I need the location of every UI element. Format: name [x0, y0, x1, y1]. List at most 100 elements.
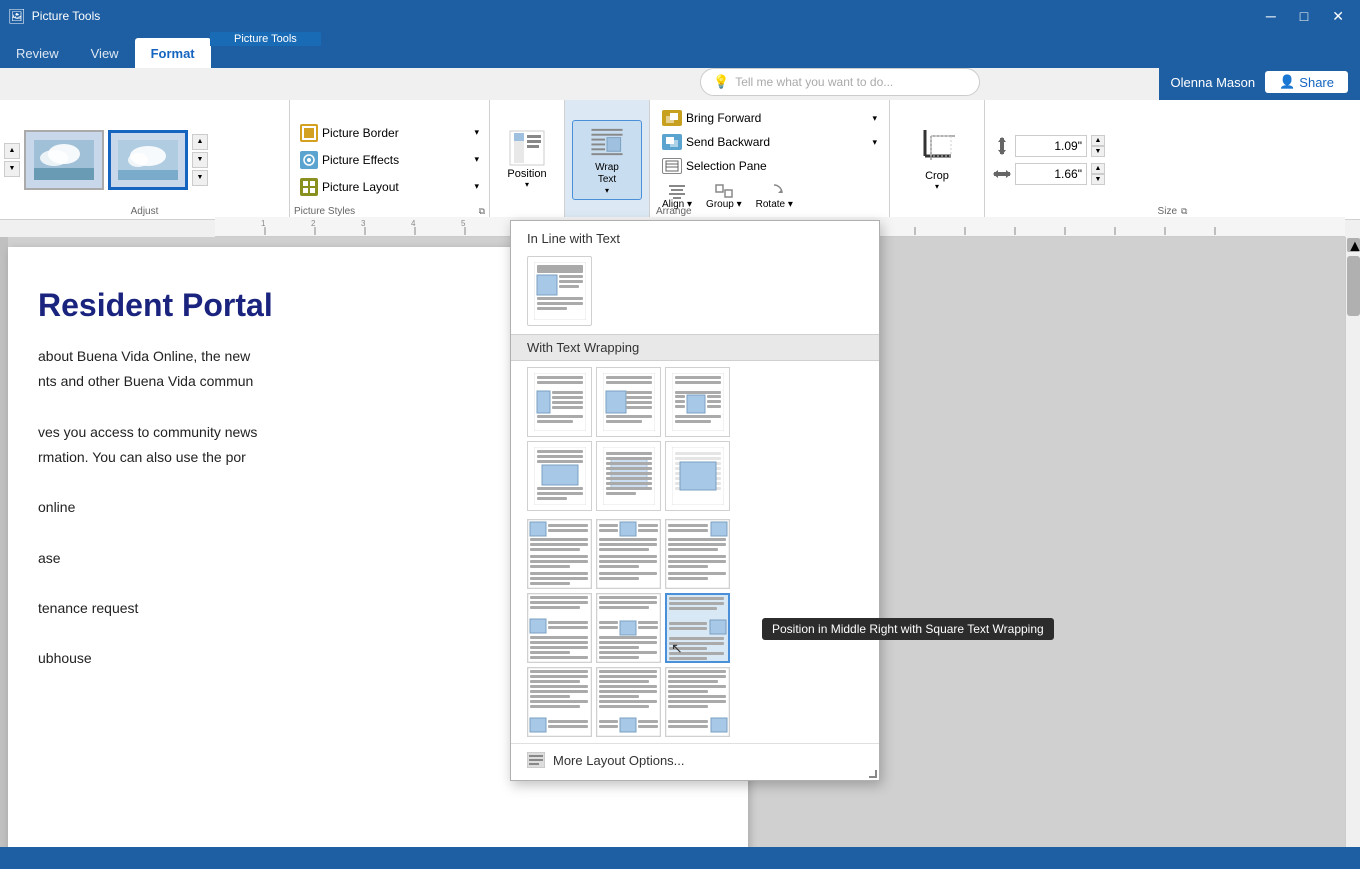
- inline-text-option[interactable]: [527, 256, 592, 326]
- picture-styles-expand[interactable]: ⧉: [479, 206, 485, 217]
- vertical-scrollbar[interactable]: ▲: [1345, 237, 1360, 847]
- maximize-button[interactable]: □: [1292, 6, 1316, 27]
- height-spinner: ▲ ▼: [1091, 135, 1105, 157]
- top-bottom-option[interactable]: [527, 441, 592, 511]
- with-text-label: With Text Wrapping: [511, 334, 879, 361]
- pos-mid-center-icon: [597, 594, 660, 662]
- position-row-1: [511, 517, 879, 591]
- arrange-group: Bring Forward ▾ Send Backward ▾ Selectio…: [650, 100, 890, 219]
- scroll-down-btn[interactable]: ▼: [4, 161, 20, 177]
- scroll-arrows-left: ▲ ▼: [4, 143, 20, 177]
- group-btn[interactable]: Group ▾: [700, 181, 748, 212]
- pos-mid-right-icon: [667, 595, 728, 661]
- tab-format[interactable]: Format: [135, 38, 211, 68]
- left-edge: [0, 237, 8, 847]
- picture-layout-btn[interactable]: Picture Layout ▾: [294, 175, 485, 199]
- pos-top-center[interactable]: [596, 519, 661, 589]
- pos-top-left-icon: [528, 520, 591, 588]
- wrapping-row-2: [511, 439, 879, 517]
- picture-tools-label: Picture Tools: [210, 32, 321, 46]
- behind-text-icon: [603, 447, 655, 505]
- pos-mid-center[interactable]: [596, 593, 661, 663]
- picture-layout-icon: [300, 178, 318, 196]
- through-wrap-icon: [672, 373, 724, 431]
- send-backward-icon: [662, 134, 682, 150]
- tab-view[interactable]: View: [75, 38, 135, 68]
- thumb-scroll-up[interactable]: ▲: [192, 134, 208, 150]
- width-increment[interactable]: ▲: [1091, 163, 1105, 174]
- more-layout-icon: [527, 752, 545, 768]
- scroll-up-btn[interactable]: ▲: [4, 143, 20, 159]
- crop-button[interactable]: Crop ▾: [900, 117, 975, 202]
- wrap-text-icon: [589, 125, 625, 160]
- width-input[interactable]: [1015, 163, 1087, 185]
- thumb-more[interactable]: ▼: [192, 170, 208, 186]
- picture-border-btn[interactable]: Picture Border ▾: [294, 121, 485, 145]
- size-footer: Size ⧉: [1158, 206, 1188, 217]
- rotate-btn[interactable]: Rotate ▾: [750, 181, 799, 212]
- inline-text-icon: [534, 262, 586, 320]
- square-wrap-option[interactable]: [527, 367, 592, 437]
- thumb-scroll-down[interactable]: ▼: [192, 152, 208, 168]
- minimize-button[interactable]: ─: [1258, 6, 1284, 27]
- picture-layout-label: Picture Layout: [322, 180, 399, 194]
- dropdown-resize-handle[interactable]: [869, 770, 877, 778]
- size-group-label: Size: [1158, 206, 1177, 217]
- wrap-text-dropdown: In Line with Text With Text Wrapping: [510, 220, 880, 781]
- position-row-2: ↖: [511, 591, 879, 665]
- thumbnail-1[interactable]: [24, 130, 104, 190]
- scroll-up-arrow[interactable]: ▲: [1347, 238, 1360, 252]
- more-layout-options-btn[interactable]: More Layout Options...: [511, 743, 879, 776]
- svg-text:2: 2: [311, 219, 316, 228]
- picture-border-icon: [300, 124, 318, 142]
- size-expand-icon[interactable]: ⧉: [1181, 206, 1187, 217]
- tell-me-bar[interactable]: 💡 Tell me what you want to do...: [700, 68, 980, 96]
- position-dropdown-arrow: ▾: [525, 180, 529, 189]
- selection-pane-icon: [662, 158, 682, 174]
- wrap-text-button[interactable]: WrapText ▾: [572, 120, 642, 200]
- tight-wrap-option[interactable]: [596, 367, 661, 437]
- wrap-text-label: WrapText: [595, 162, 619, 186]
- picture-effects-arrow: ▾: [474, 154, 479, 165]
- position-label: Position: [507, 168, 546, 180]
- pos-top-right-icon: [666, 520, 729, 588]
- height-input[interactable]: [1015, 135, 1087, 157]
- through-wrap-option[interactable]: [665, 367, 730, 437]
- rotate-icon: [764, 183, 784, 199]
- pos-top-left[interactable]: [527, 519, 592, 589]
- picture-styles-footer: Picture Styles ⧉: [294, 206, 485, 217]
- pos-bot-center-icon: [597, 668, 660, 736]
- picture-effects-btn[interactable]: Picture Effects ▾: [294, 148, 485, 172]
- width-row: ▲ ▼: [993, 163, 1352, 185]
- scroll-arrows-right: ▲ ▼ ▼: [192, 134, 208, 186]
- bring-forward-btn[interactable]: Bring Forward ▾: [656, 107, 883, 129]
- pos-bot-left[interactable]: [527, 667, 592, 737]
- share-button[interactable]: 👤 Share: [1265, 71, 1348, 93]
- pos-mid-left[interactable]: [527, 593, 592, 663]
- pos-top-right[interactable]: [665, 519, 730, 589]
- tight-wrap-icon: [603, 373, 655, 431]
- selection-pane-label: Selection Pane: [686, 159, 767, 173]
- size-group: ▲ ▼ ▲ ▼ Size ⧉: [985, 100, 1360, 219]
- scrollbar-thumb[interactable]: [1347, 256, 1360, 316]
- svg-text:5: 5: [461, 219, 466, 228]
- height-increment[interactable]: ▲: [1091, 135, 1105, 146]
- in-front-text-option[interactable]: [665, 441, 730, 511]
- picture-effects-icon: [300, 151, 318, 169]
- width-decrement[interactable]: ▼: [1091, 174, 1105, 185]
- selection-pane-btn[interactable]: Selection Pane: [656, 155, 883, 177]
- pos-bot-center[interactable]: [596, 667, 661, 737]
- send-backward-btn[interactable]: Send Backward ▾: [656, 131, 883, 153]
- square-wrap-icon: [534, 373, 586, 431]
- pos-bot-left-icon: [528, 668, 591, 736]
- height-decrement[interactable]: ▼: [1091, 146, 1105, 157]
- behind-text-option[interactable]: [596, 441, 661, 511]
- title-bar: 🖼 Picture Tools ─ □ ✕: [0, 0, 1360, 32]
- close-button[interactable]: ✕: [1324, 6, 1352, 27]
- thumbnail-2-selected[interactable]: [108, 130, 188, 190]
- tab-review[interactable]: Review: [0, 38, 75, 68]
- title-bar-left: 🖼 Picture Tools: [8, 8, 100, 25]
- position-button[interactable]: Position ▾: [495, 120, 560, 200]
- pos-bot-right[interactable]: [665, 667, 730, 737]
- pos-mid-right-selected[interactable]: ↖: [665, 593, 730, 663]
